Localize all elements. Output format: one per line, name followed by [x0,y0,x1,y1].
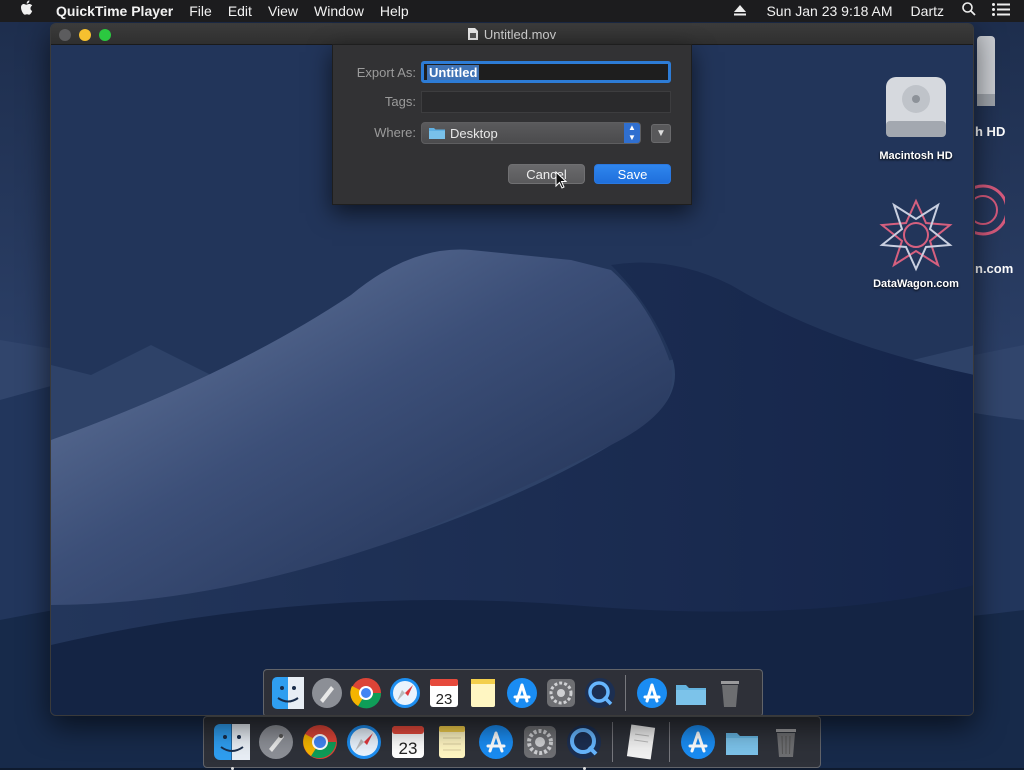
chrome-icon [349,678,381,709]
dock-system-preferences[interactable] [518,720,562,764]
dock-launchpad[interactable] [254,720,298,764]
notes-icon [439,726,465,758]
title-bar[interactable]: Untitled.mov [51,24,973,45]
movie-file-icon [467,28,478,40]
where-popup[interactable]: Desktop ▲ ▼ [421,122,641,144]
app-menu[interactable]: QuickTime Player [48,0,181,22]
export-as-label: Export As: [356,65,416,80]
dock-safari[interactable] [342,720,386,764]
dock-inner-documents-folder[interactable] [671,673,710,713]
calendar-icon: 23 [392,726,424,758]
folder-icon [726,733,758,755]
calendar-icon: 23 [429,679,458,708]
dock-inner-app-store[interactable] [502,673,541,713]
safari-icon [347,725,381,759]
hard-drive-icon [886,77,946,137]
dock-documents-folder[interactable] [720,720,764,764]
dock-notes[interactable] [430,720,474,764]
dock-chrome[interactable] [298,720,342,764]
where-value: Desktop [450,125,498,141]
user-menu[interactable]: Dartz [899,0,956,22]
export-as-field[interactable]: Untitled [421,61,671,83]
hard-drive-icon-partial[interactable] [975,34,1015,110]
dock-inner-launchpad[interactable] [307,673,346,713]
dock-app-store[interactable] [474,720,518,764]
calendar-date: 23 [399,739,418,758]
dock-calendar[interactable]: 23 [386,720,430,764]
dock-inner-notes[interactable] [463,673,502,713]
expand-chevron-button[interactable]: ▼ [651,124,671,143]
quicktime-icon [584,678,615,708]
menu-view[interactable]: View [260,0,306,22]
notes-icon [470,679,495,707]
datawagon-icon [879,198,953,272]
tags-label: Tags: [384,94,416,109]
app-store-icon [479,725,513,759]
trash-icon [720,681,739,707]
dock-preview-document[interactable] [619,720,663,764]
save-button[interactable]: Save [594,164,671,184]
mouse-cursor-icon [555,171,568,189]
spotlight-search-icon[interactable] [956,0,982,22]
datawagon-icon-partial [957,175,1009,250]
app-store-folder-icon [636,678,667,708]
menu-window[interactable]: Window [306,0,372,22]
eject-icon[interactable] [720,0,760,22]
desktop-icon-label-partial: h HD [975,124,1006,139]
dock-outer: 23 [203,716,821,770]
trash-icon [776,729,796,757]
document-icon [626,724,656,760]
quicktime-icon [567,725,601,759]
finder-icon [271,677,304,709]
notification-center-icon[interactable] [982,0,1024,22]
gear-icon [546,679,575,707]
launchpad-icon [311,678,342,708]
chrome-icon [303,725,337,759]
desktop-icon-label-partial: n.com [975,261,1014,276]
apple-menu-icon[interactable] [0,0,48,22]
dock-inner-trash[interactable] [710,673,749,713]
window-title: Untitled.mov [51,24,973,45]
window-title-text: Untitled.mov [483,27,557,42]
export-as-value: Untitled [427,64,480,80]
desktop-icon-label: Macintosh HD [879,150,953,162]
folder-icon [429,128,445,139]
desktop-icon-datawagon[interactable]: DataWagon.com [861,195,971,290]
dock-inner-system-preferences[interactable] [541,673,580,713]
dock-quicktime[interactable] [562,720,606,770]
dock-trash[interactable] [764,720,808,764]
dock-inner-finder[interactable] [268,673,307,713]
safari-icon [389,678,420,708]
dock-inner: 23 [263,669,763,715]
menu-help[interactable]: Help [372,0,417,22]
menu-clock[interactable]: Sun Jan 23 9:18 AM [760,0,898,22]
menu-edit[interactable]: Edit [220,0,260,22]
app-store-icon [506,678,537,708]
dock-downloads[interactable] [676,720,720,764]
dock-finder[interactable] [210,720,254,770]
gear-icon [524,726,556,758]
dock-inner-chrome[interactable] [346,673,385,713]
launchpad-icon [259,725,293,759]
menu-bar: QuickTime Player File Edit View Window H… [0,0,1024,22]
finder-icon [214,724,250,760]
dock-inner-calendar[interactable]: 23 [424,673,463,713]
desktop-icon-macintosh-hd[interactable]: Macintosh HD [861,71,971,162]
dock-inner-quicktime[interactable] [580,673,619,713]
app-store-folder-icon [681,725,715,759]
popup-arrows-icon: ▲ ▼ [624,123,640,143]
dock-inner-safari[interactable] [385,673,424,713]
calendar-date: 23 [435,691,452,708]
export-sheet: Export As: Untitled Tags: Where: Desktop… [332,44,692,205]
folder-icon [675,685,706,705]
menu-file[interactable]: File [181,0,220,22]
cancel-button[interactable]: Cancel [508,164,585,184]
where-label: Where: [374,125,416,140]
desktop-icon-label: DataWagon.com [873,278,959,290]
dock-inner-downloads[interactable] [632,673,671,713]
tags-field[interactable] [421,91,671,113]
